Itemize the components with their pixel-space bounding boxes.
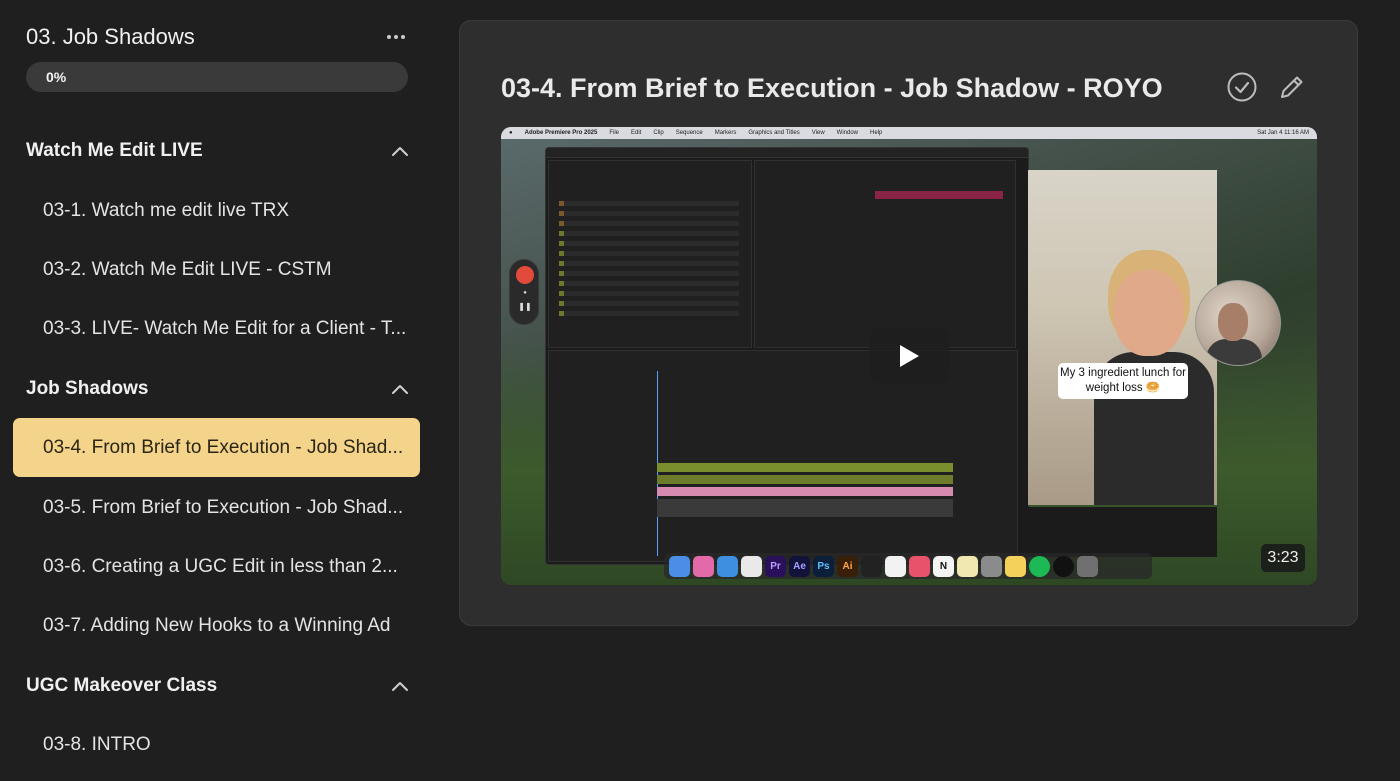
lesson-label: 03-5. From Brief to Execution - Job Shad… (43, 496, 404, 518)
video-caption: My 3 ingredient lunch for weight loss 🥯 (1058, 363, 1188, 399)
photoshop-icon: Ps (813, 555, 834, 577)
play-button[interactable] (869, 328, 949, 384)
mac-menubar: ● Adobe Premiere Pro 2025 File Edit Clip… (501, 127, 1317, 139)
record-icon (516, 266, 534, 284)
module-progress-bar: 0% (26, 62, 408, 92)
clock: Sat Jan 4 11:16 AM (1257, 130, 1309, 136)
spotify-icon (1029, 555, 1050, 577)
finder-icon (669, 555, 690, 577)
illustrator-icon: Ai (837, 555, 858, 577)
lesson-panel: 03-4. From Brief to Execution - Job Shad… (459, 20, 1358, 626)
lesson-item-active[interactable]: 03-4. From Brief to Execution - Job Shad… (13, 418, 420, 477)
lesson-item[interactable]: 03-2. Watch Me Edit LIVE - CSTM (13, 240, 420, 299)
section-header-job-shadows[interactable]: Job Shadows (26, 369, 410, 409)
lesson-item[interactable]: 03-8. INTRO (13, 715, 420, 774)
chevron-up-icon[interactable] (390, 379, 410, 399)
chrome-icon (741, 555, 762, 577)
module-title: 03. Job Shadows (26, 24, 195, 49)
timeline-pane (548, 350, 1018, 562)
menu-item: File (609, 130, 619, 136)
lesson-item[interactable]: 03-1. Watch me edit live TRX (13, 181, 420, 240)
figma-icon (861, 555, 882, 577)
menu-item: Graphics and Titles (748, 130, 800, 136)
premiere-window (545, 147, 1029, 565)
lesson-item[interactable]: 03-5. From Brief to Execution - Job Shad… (13, 478, 420, 537)
chevron-up-icon[interactable] (390, 141, 410, 161)
progress-label: 0% (46, 69, 67, 85)
section-title: Job Shadows (26, 378, 149, 399)
app-icon (1053, 555, 1074, 577)
notion-icon: N (933, 555, 954, 577)
menu-item: Markers (714, 130, 737, 136)
stickies-icon (1005, 555, 1026, 577)
premiere-titlebar (546, 148, 1028, 158)
section-title: Watch Me Edit LIVE (26, 140, 203, 161)
course-sidebar: 03. Job Shadows 0% Watch Me Edit LIVE 03… (0, 0, 440, 781)
menu-item: Window (836, 130, 858, 136)
menu-item: Sequence (675, 130, 703, 136)
effect-controls-pane (754, 160, 1016, 348)
recording-widget: ● ❚❚ (509, 259, 539, 325)
lesson-title: 03-4. From Brief to Execution - Job Shad… (501, 73, 1163, 103)
asana-icon (909, 555, 930, 577)
menu-item: Edit (631, 130, 642, 136)
mark-complete-check-icon[interactable] (1226, 71, 1258, 103)
slack-icon (885, 555, 906, 577)
apple-icon: ● (509, 130, 513, 136)
project-pane (548, 160, 752, 348)
program-monitor-controls (1028, 507, 1217, 557)
lesson-label: 03-4. From Brief to Execution - Job Shad… (43, 436, 404, 458)
lesson-label: 03-2. Watch Me Edit LIVE - CSTM (43, 258, 332, 280)
pause-icon: ❚❚ (518, 302, 532, 311)
lesson-label: 03-8. INTRO (43, 733, 151, 755)
menu-item: View (811, 130, 825, 136)
trash-icon (1077, 555, 1098, 577)
pencil-edit-icon[interactable] (1276, 71, 1308, 103)
lesson-label: 03-6. Creating a UGC Edit in less than 2… (43, 555, 398, 577)
video-duration: 3:23 (1261, 544, 1305, 572)
section-title: UGC Makeover Class (26, 675, 218, 696)
after-effects-icon: Ae (789, 555, 810, 577)
lesson-label: 03-7. Adding New Hooks to a Winning Ad (43, 614, 391, 636)
more-options-icon[interactable] (382, 26, 410, 48)
premiere-icon: Pr (765, 555, 786, 577)
lesson-item[interactable]: 03-6. Creating a UGC Edit in less than 2… (13, 537, 420, 596)
video-player[interactable]: ● Adobe Premiere Pro 2025 File Edit Clip… (501, 127, 1317, 585)
app-name: Adobe Premiere Pro 2025 (524, 130, 598, 136)
lesson-item[interactable]: 03-3. LIVE- Watch Me Edit for a Client -… (13, 299, 420, 358)
mac-dock: Pr Ae Ps Ai N (664, 553, 1152, 579)
lesson-label: 03-3. LIVE- Watch Me Edit for a Client -… (43, 317, 407, 339)
menu-item: Clip (653, 130, 664, 136)
section-header-ugc-makeover-class[interactable]: UGC Makeover Class (26, 666, 410, 706)
notes-icon (957, 555, 978, 577)
lesson-item[interactable]: 03-7. Adding New Hooks to a Winning Ad (13, 596, 420, 655)
section-header-watch-me-edit-live[interactable]: Watch Me Edit LIVE (26, 131, 410, 171)
safari-icon (717, 555, 738, 577)
settings-icon (981, 555, 1002, 577)
webcam-bubble (1195, 280, 1281, 366)
chevron-up-icon[interactable] (390, 676, 410, 696)
launchpad-icon (693, 555, 714, 577)
program-monitor-video: My 3 ingredient lunch for weight loss 🥯 (1028, 170, 1217, 505)
play-icon (900, 345, 919, 367)
menu-item: Help (870, 130, 883, 136)
lesson-label: 03-1. Watch me edit live TRX (43, 199, 290, 221)
